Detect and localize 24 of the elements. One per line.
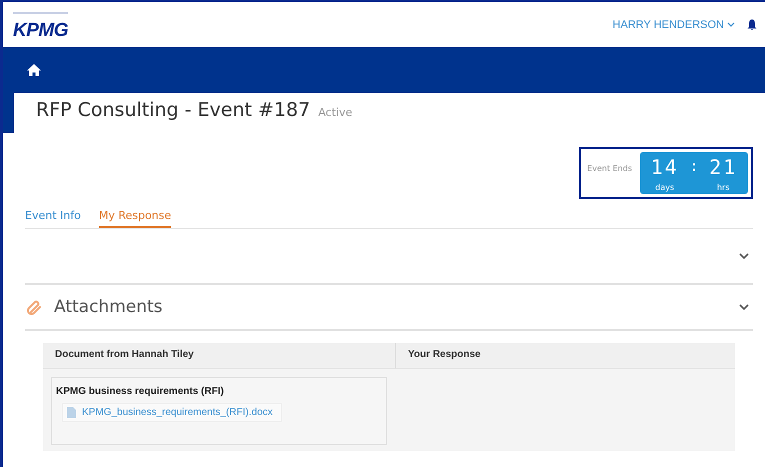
hours-unit: hrs bbox=[716, 182, 730, 192]
company-logo[interactable]: KPMG bbox=[13, 12, 68, 42]
document-title: KPMG business requirements (RFI) bbox=[56, 386, 225, 397]
column-header: Document from Hannah Tiley bbox=[43, 343, 395, 369]
days-unit: days bbox=[655, 182, 674, 192]
paperclip-icon bbox=[27, 300, 42, 314]
user-menu[interactable]: HARRY HENDERSON bbox=[612, 18, 735, 30]
hours-value: 21 bbox=[709, 156, 738, 178]
countdown-label: Event Ends bbox=[587, 163, 632, 175]
section-title: Attachments bbox=[54, 297, 163, 317]
days-value: 14 bbox=[650, 156, 679, 178]
tab[interactable]: My Response bbox=[98, 207, 172, 228]
column-header: Your Response bbox=[395, 343, 735, 369]
caret-icon bbox=[727, 22, 735, 27]
tab[interactable]: Event Info bbox=[25, 207, 81, 228]
separator: : bbox=[689, 157, 699, 176]
chevron-down-icon[interactable] bbox=[739, 304, 749, 310]
chevron-down-icon[interactable] bbox=[739, 252, 749, 260]
file-link[interactable]: KPMG_business_requirements_(RFI).docx bbox=[62, 403, 282, 422]
bell-icon[interactable] bbox=[747, 18, 757, 30]
document-icon bbox=[67, 407, 76, 418]
page-title: RFP Consulting - Event #187 bbox=[36, 99, 310, 121]
home-icon[interactable] bbox=[27, 64, 41, 76]
status-label: Active bbox=[318, 106, 352, 119]
